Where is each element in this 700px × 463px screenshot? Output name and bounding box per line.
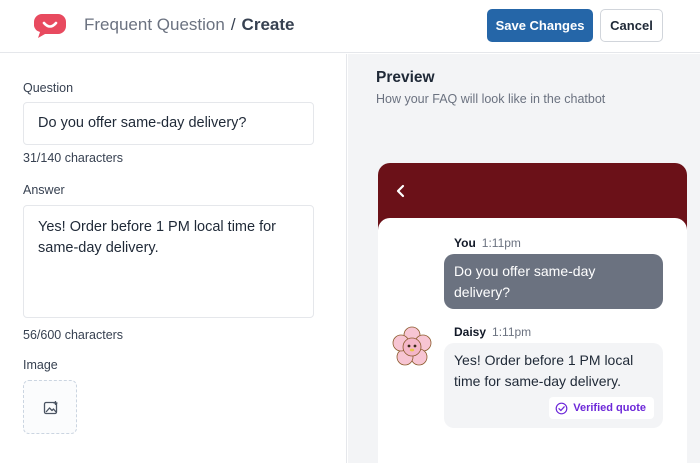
message-meta-daisy: Daisy 1:11pm (454, 325, 531, 339)
answer-textarea[interactable]: Yes! Order before 1 PM local time for sa… (23, 205, 314, 318)
answer-char-counter: 56/600 characters (23, 328, 124, 342)
image-upload-button[interactable] (23, 380, 77, 434)
check-badge-icon (555, 402, 568, 414)
top-bar: Frequent Question / Create Save Changes Ca… (0, 0, 700, 53)
save-changes-button[interactable]: Save Changes (487, 9, 593, 42)
chat-body: You 1:11pm Do you offer same-day delivery… (378, 218, 687, 463)
preview-title: Preview (376, 69, 435, 86)
verified-quote-label: Verified quote (573, 401, 646, 414)
message-time: 1:11pm (492, 325, 532, 339)
image-add-icon (43, 401, 58, 415)
user-message-bubble: Do you offer same-day delivery? (444, 254, 663, 309)
chevron-left-icon[interactable] (394, 182, 408, 200)
flower-avatar (392, 326, 432, 366)
faq-form-panel: Question Do you offer same-day delivery?… (0, 54, 347, 463)
question-label: Question (23, 81, 74, 95)
preview-subtitle: How your FAQ will look like in the chatb… (376, 92, 606, 106)
cancel-button[interactable]: Cancel (600, 9, 663, 42)
question-char-counter: 31/140 characters (23, 151, 124, 165)
breadcrumb-current: Create (241, 15, 295, 34)
sender-name: You (454, 236, 476, 250)
smile-bubble-logo (34, 14, 66, 38)
sender-name: Daisy (454, 325, 487, 339)
breadcrumb-parent-link[interactable]: Frequent Question (84, 15, 225, 34)
bot-message-text: Yes! Order before 1 PM local time for sa… (454, 352, 634, 389)
answer-label: Answer (23, 183, 65, 197)
breadcrumb-separator: / (230, 15, 236, 34)
bot-message-bubble: Yes! Order before 1 PM local time for sa… (444, 343, 663, 428)
chatbot-preview-window: You 1:11pm Do you offer same-day delivery… (378, 163, 687, 463)
message-meta-you: You 1:11pm (454, 236, 521, 250)
breadcrumb: Frequent Question / Create (84, 14, 294, 36)
image-label: Image (23, 358, 58, 372)
question-input[interactable]: Do you offer same-day delivery? (23, 102, 314, 145)
preview-panel: Preview How your FAQ will look like in t… (348, 54, 700, 463)
verified-quote-badge: Verified quote (549, 397, 654, 419)
message-time: 1:11pm (481, 236, 521, 250)
